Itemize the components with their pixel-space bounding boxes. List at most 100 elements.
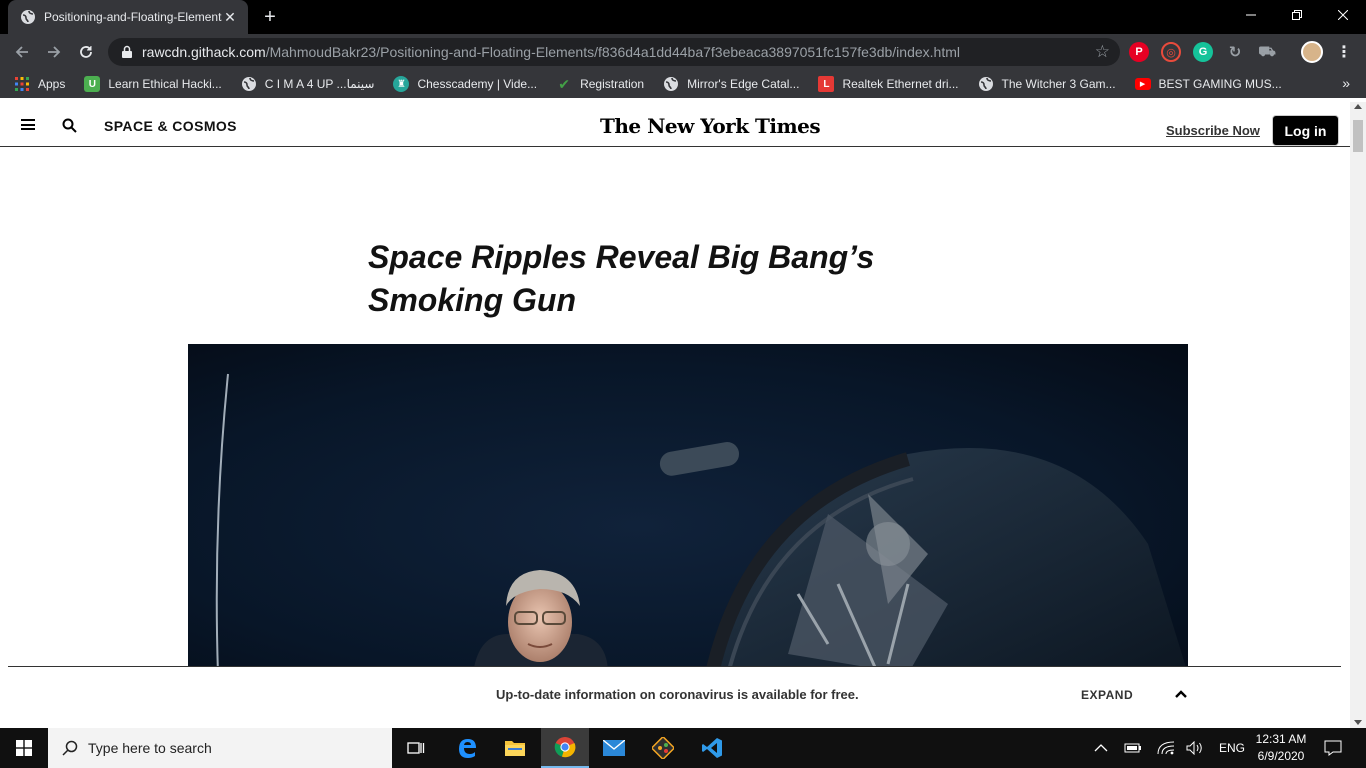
task-view-icon	[407, 742, 425, 754]
page-scrollbar[interactable]	[1350, 102, 1366, 728]
forward-button[interactable]	[38, 36, 70, 68]
show-hidden-icons-button[interactable]	[1094, 728, 1108, 768]
globe-icon	[978, 77, 993, 91]
bookmark-learn-ethical[interactable]: U Learn Ethical Hacki...	[84, 76, 222, 92]
mail-taskbar-button[interactable]	[590, 728, 638, 768]
chevron-up-icon	[1094, 744, 1108, 752]
taskbar-search-box[interactable]: Type here to search	[48, 728, 392, 768]
close-icon	[1338, 10, 1348, 20]
tab-title: Positioning-and-Floating-Elements	[44, 10, 222, 24]
bookmark-chesscademy[interactable]: ♜ Chesscademy | Vide...	[393, 76, 537, 92]
grammarly-icon[interactable]: G	[1193, 42, 1213, 62]
apps-grid-icon	[15, 77, 29, 91]
section-label[interactable]: SPACE & COSMOS	[104, 118, 237, 134]
edge-taskbar-button[interactable]	[443, 728, 491, 768]
bookmark-label: The Witcher 3 Gam...	[1001, 77, 1116, 91]
back-arrow-icon	[15, 46, 28, 58]
chess-icon: ♜	[393, 76, 410, 92]
pinterest-icon[interactable]: P	[1129, 42, 1149, 62]
vscode-icon	[702, 738, 722, 758]
bookmark-apps[interactable]: Apps	[14, 76, 65, 92]
profile-avatar[interactable]	[1301, 41, 1323, 63]
volume-tray-button[interactable]	[1186, 728, 1204, 768]
taskbar-clock[interactable]: 12:31 AM 6/9/2020	[1250, 731, 1312, 765]
mail-icon	[603, 740, 625, 756]
globe-icon	[664, 77, 679, 91]
login-button[interactable]: Log in	[1272, 115, 1339, 146]
battery-tray-button[interactable]	[1124, 728, 1142, 768]
scrollbar-thumb[interactable]	[1353, 120, 1363, 152]
more-bookmarks-icon[interactable]: »	[1342, 75, 1350, 91]
chrome-icon	[554, 737, 576, 758]
battery-icon	[1124, 743, 1141, 753]
language-indicator[interactable]: ENG	[1219, 728, 1245, 768]
windows-logo-icon	[16, 740, 32, 756]
extension-c-icon[interactable]: ↻	[1225, 42, 1245, 62]
notification-icon	[1324, 740, 1342, 756]
bookmark-label: BEST GAMING MUS...	[1158, 77, 1282, 91]
bookmark-gaming-music[interactable]: ▶ BEST GAMING MUS...	[1134, 77, 1282, 91]
globe-icon	[241, 77, 256, 91]
notifications-button[interactable]	[1324, 728, 1342, 768]
reload-button[interactable]	[70, 36, 102, 68]
bookmark-label: Registration	[580, 77, 645, 91]
tab-strip: Positioning-and-Floating-Elements ✕ +	[0, 0, 1366, 34]
bookmarks-bar: Apps U Learn Ethical Hacki... C I M A 4 …	[0, 70, 1366, 98]
vscode-taskbar-button[interactable]	[688, 728, 736, 768]
web-page: SPACE & COSMOS The New York Times Subscr…	[0, 102, 1350, 728]
expand-button[interactable]: EXPAND	[1081, 688, 1133, 702]
lastpass-icon[interactable]: ◎	[1161, 42, 1181, 62]
minimize-button[interactable]	[1228, 0, 1274, 30]
chrome-taskbar-button[interactable]	[541, 728, 589, 768]
restore-button[interactable]	[1274, 0, 1320, 30]
task-view-button[interactable]	[392, 728, 440, 768]
start-button[interactable]	[0, 728, 48, 768]
youtube-icon: ▶	[1134, 78, 1151, 90]
search-placeholder: Type here to search	[88, 740, 212, 756]
hamburger-menu-icon[interactable]	[21, 119, 35, 130]
bookmark-star-icon[interactable]: ☆	[1095, 42, 1110, 62]
url-host: rawcdn.githack.com	[142, 44, 266, 60]
bookmark-label: Chesscademy | Vide...	[417, 77, 538, 91]
edge-icon	[459, 739, 476, 758]
chevron-up-icon[interactable]	[1174, 687, 1188, 701]
minimize-icon	[1246, 14, 1256, 16]
new-tab-button[interactable]: +	[258, 5, 282, 29]
bookmark-cima4up[interactable]: C I M A 4 UP ...سينما	[241, 76, 374, 92]
clock-date: 6/9/2020	[1257, 749, 1305, 763]
bookmark-label: Realtek Ethernet dri...	[842, 77, 959, 91]
reload-icon	[80, 46, 92, 58]
subscribe-link[interactable]: Subscribe Now	[1166, 123, 1260, 138]
nyt-header: SPACE & COSMOS The New York Times Subscr…	[0, 102, 1350, 147]
hero-image	[188, 344, 1188, 674]
browser-menu-icon[interactable]: ⋮	[1334, 42, 1354, 62]
restore-icon	[1292, 10, 1302, 20]
nyt-logo[interactable]: The New York Times	[600, 114, 821, 138]
clock-time: 12:31 AM	[1255, 732, 1307, 746]
forward-arrow-icon	[48, 46, 61, 58]
scroll-down-arrow-icon[interactable]	[1354, 720, 1362, 725]
file-explorer-button[interactable]	[491, 728, 539, 768]
scroll-up-arrow-icon[interactable]	[1354, 104, 1362, 109]
git-icon	[652, 737, 674, 759]
coronavirus-banner: Up-to-date information on coronavirus is…	[8, 666, 1341, 728]
bookmark-mirrors-edge[interactable]: Mirror's Edge Catal...	[663, 76, 799, 92]
browser-tab[interactable]: Positioning-and-Floating-Elements ✕	[8, 0, 248, 34]
bookmark-witcher[interactable]: The Witcher 3 Gam...	[978, 76, 1116, 92]
udemy-icon: U	[84, 76, 101, 92]
extension-car-icon[interactable]: ⛟	[1257, 42, 1277, 62]
windows-taskbar: Type here to search ENG 12:31 AM 6/9/202…	[0, 728, 1366, 768]
git-taskbar-button[interactable]	[639, 728, 687, 768]
bookmark-registration[interactable]: ✔ Registration	[556, 76, 644, 92]
article-headline: Space Ripples Reveal Big Bang’s Smoking …	[368, 239, 875, 318]
wifi-tray-button[interactable]	[1157, 728, 1175, 768]
search-icon[interactable]	[62, 118, 77, 133]
bookmark-label: Apps	[38, 77, 66, 91]
banner-text: Up-to-date information on coronavirus is…	[496, 687, 859, 702]
bookmark-realtek[interactable]: L Realtek Ethernet dri...	[818, 76, 959, 92]
close-window-button[interactable]	[1320, 0, 1366, 30]
back-button[interactable]	[6, 36, 38, 68]
tab-close-icon[interactable]: ✕	[222, 9, 238, 26]
address-bar[interactable]: rawcdn.githack.com/MahmoudBakr23/Positio…	[108, 38, 1120, 66]
bookmark-label: Mirror's Edge Catal...	[687, 77, 800, 91]
